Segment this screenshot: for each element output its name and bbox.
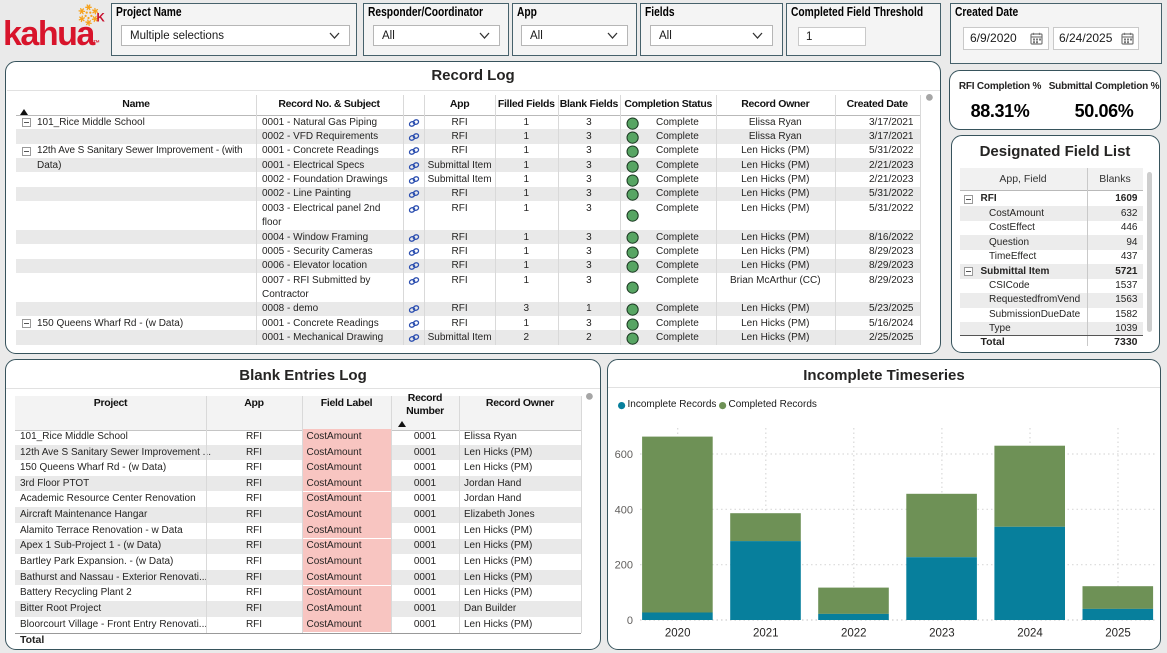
svg-text:2023: 2023 (929, 628, 955, 640)
svg-text:2025: 2025 (1105, 628, 1131, 640)
svg-text:K: K (97, 13, 106, 25)
svg-text:2024: 2024 (1017, 628, 1043, 640)
svg-text:2022: 2022 (841, 628, 867, 640)
svg-text:kahua: kahua (3, 15, 96, 53)
svg-text:200: 200 (615, 560, 633, 572)
svg-text:0: 0 (627, 615, 633, 627)
svg-text:600: 600 (615, 449, 633, 461)
svg-text:2020: 2020 (665, 628, 691, 640)
svg-text:400: 400 (615, 504, 633, 516)
svg-text:™: ™ (93, 40, 100, 47)
svg-text:2021: 2021 (753, 628, 779, 640)
